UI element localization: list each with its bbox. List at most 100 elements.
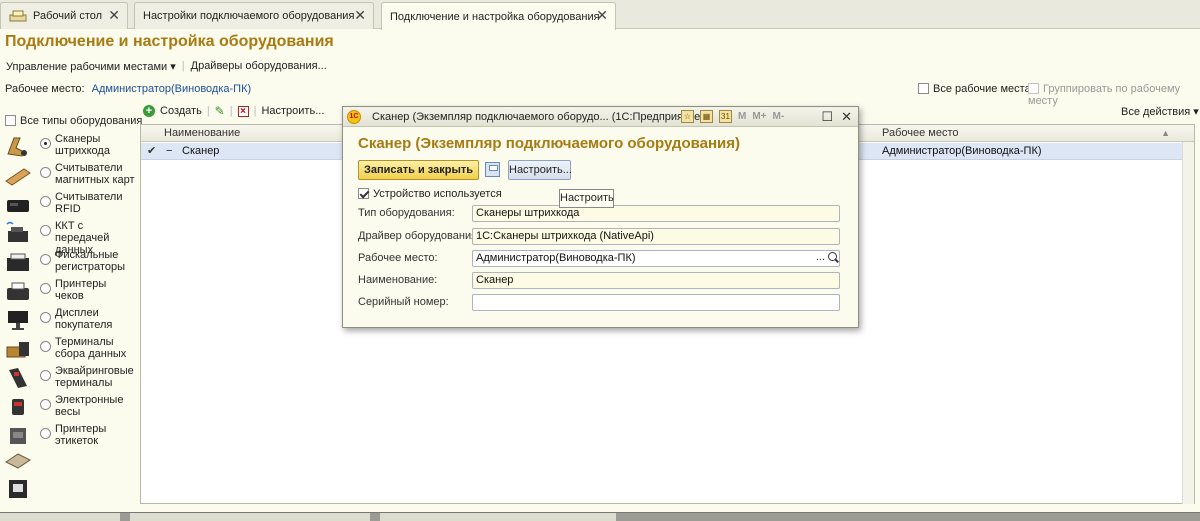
radio-button[interactable] bbox=[40, 225, 51, 236]
vertical-scrollbar[interactable] bbox=[1182, 142, 1194, 504]
equipment-type-label: Эквайринговые терминалы bbox=[55, 365, 134, 389]
close-icon[interactable]: ✕ bbox=[354, 8, 366, 22]
cash-register-icon bbox=[6, 221, 28, 242]
checkbox[interactable] bbox=[5, 115, 16, 126]
memory-minus-button[interactable]: M- bbox=[773, 111, 785, 122]
create-button[interactable]: Создать bbox=[160, 105, 202, 117]
drivers-button[interactable]: Драйверы оборудования... bbox=[191, 60, 327, 73]
panel-segment bbox=[0, 513, 120, 521]
equipment-type-item[interactable]: Эквайринговые терминалы bbox=[0, 364, 136, 393]
radio-button[interactable] bbox=[40, 312, 51, 323]
equipment-type-label: Электронные весы bbox=[55, 394, 124, 418]
tab-equipment-connection[interactable]: Подключение и настройка оборудования ✕ bbox=[381, 2, 616, 30]
radio-button[interactable] bbox=[40, 428, 51, 439]
column-header-name[interactable]: Наименование bbox=[164, 127, 240, 139]
workplace-link[interactable]: Администратор(Виноводка-ПК) bbox=[92, 83, 252, 95]
table-cell-name: Сканер bbox=[182, 145, 220, 157]
equipment-type-label: Считыватели магнитных карт bbox=[55, 162, 135, 186]
calendar-icon[interactable]: 31 bbox=[719, 110, 732, 123]
driver-field-row: Драйвер оборудования: 1С:Сканеры штрихко… bbox=[358, 228, 842, 245]
manage-workplaces-menu[interactable]: Управление рабочими местами ▾ bbox=[6, 60, 176, 73]
field-label: Наименование: bbox=[358, 274, 438, 286]
calculator-icon[interactable]: ▦ bbox=[700, 110, 713, 123]
tab-equipment-settings[interactable]: Настройки подключаемого оборудования ✕ bbox=[134, 2, 374, 29]
desktop-icon bbox=[9, 9, 27, 23]
close-icon[interactable]: ✕ bbox=[108, 8, 120, 22]
search-icon[interactable] bbox=[828, 252, 837, 261]
device-used-checkbox[interactable]: Устройство используется bbox=[358, 188, 502, 200]
equipment-type-label: Считыватели RFID bbox=[55, 191, 123, 215]
data-terminal-icon bbox=[6, 342, 29, 358]
configure-button[interactable]: Настроить... bbox=[261, 105, 324, 117]
memory-plus-button[interactable]: M+ bbox=[752, 111, 766, 122]
scale-icon bbox=[12, 399, 24, 415]
favorite-icon[interactable]: ☆ bbox=[681, 110, 694, 123]
equipment-type-item[interactable]: Фискальные регистраторы bbox=[0, 248, 136, 277]
equipment-type-item[interactable]: Принтеры этикеток bbox=[0, 422, 136, 451]
command-bar: Управление рабочими местами ▾ | Драйверы… bbox=[6, 60, 327, 73]
equipment-type-item[interactable]: Принтеры чеков bbox=[0, 277, 136, 306]
equipment-type-item[interactable]: ККТ с передачей данных bbox=[0, 219, 136, 256]
equipment-type-field[interactable]: Сканеры штрихкода bbox=[472, 205, 840, 222]
name-field[interactable]: Сканер bbox=[472, 272, 840, 289]
serial-number-field[interactable] bbox=[472, 294, 840, 311]
all-workplaces-checkbox[interactable]: Все рабочие места bbox=[918, 83, 1031, 95]
radio-button[interactable] bbox=[40, 370, 51, 381]
close-icon[interactable]: ✕ bbox=[841, 109, 852, 125]
close-icon[interactable]: ✕ bbox=[596, 8, 608, 22]
equipment-type-label: Принтеры чеков bbox=[55, 278, 107, 302]
all-types-checkbox[interactable]: Все типы оборудования bbox=[5, 115, 142, 127]
equipment-type-item[interactable]: Дисплеи покупателя bbox=[0, 306, 136, 335]
workplace-field[interactable]: Администратор(Виноводка-ПК) ... bbox=[472, 250, 840, 267]
checkbox-label: Все рабочие места bbox=[933, 83, 1031, 95]
equipment-type-list: Сканеры штрихкода Считыватели магнитных … bbox=[0, 132, 136, 451]
radio-button[interactable] bbox=[40, 196, 51, 207]
equipment-type-item[interactable]: Терминалы сбора данных bbox=[0, 335, 136, 364]
equipment-type-item[interactable]: Считыватели магнитных карт bbox=[0, 161, 136, 190]
create-icon[interactable]: + bbox=[143, 105, 155, 117]
checkbox[interactable] bbox=[1028, 83, 1039, 94]
name-field-row: Наименование: Сканер bbox=[358, 272, 842, 289]
save-and-close-button[interactable]: Записать и закрыть bbox=[358, 160, 479, 180]
delete-icon[interactable]: × bbox=[237, 105, 249, 117]
equipment-type-label: Терминалы сбора данных bbox=[55, 336, 127, 360]
dialog-titlebar-tools: ☆ ▦ 31 M M+ M- bbox=[681, 110, 784, 123]
receipt-printer-icon bbox=[7, 282, 29, 300]
edit-icon[interactable]: ✎ bbox=[215, 104, 225, 118]
restore-icon[interactable]: ☐ bbox=[821, 109, 833, 125]
group-by-workplace-checkbox[interactable]: Группировать по рабочему месту bbox=[1028, 83, 1200, 107]
dialog-titlebar[interactable]: 1С Сканер (Экземпляр подключаемого обору… bbox=[343, 107, 858, 127]
radio-button[interactable] bbox=[40, 254, 51, 265]
all-actions-menu[interactable]: Все действия ▾ bbox=[1121, 105, 1199, 118]
collapse-icon[interactable]: − bbox=[166, 145, 172, 157]
separator: | bbox=[229, 105, 233, 117]
sort-icon[interactable]: ▲ bbox=[1161, 128, 1170, 138]
equipment-type-item[interactable]: Сканеры штрихкода bbox=[0, 132, 136, 161]
equipment-type-label: Дисплеи покупателя bbox=[55, 307, 113, 331]
select-button[interactable]: ... bbox=[816, 251, 825, 265]
configure-button[interactable]: Настроить... bbox=[508, 160, 572, 180]
window-buttons: ☐ ✕ bbox=[821, 109, 852, 125]
column-header-workplace[interactable]: Рабочее место bbox=[882, 127, 959, 139]
scale-platform-icon bbox=[5, 453, 31, 469]
driver-field[interactable]: 1С:Сканеры штрихкода (NativeApi) bbox=[472, 228, 840, 245]
scanner-dialog: 1С Сканер (Экземпляр подключаемого обору… bbox=[342, 106, 859, 328]
checkbox-label: Группировать по рабочему месту bbox=[1028, 83, 1181, 107]
equipment-type-item[interactable]: Считыватели RFID bbox=[0, 190, 136, 219]
current-row-check-icon: ✔ bbox=[147, 145, 157, 157]
memory-m-button[interactable]: M bbox=[738, 111, 746, 122]
radio-button[interactable] bbox=[40, 399, 51, 410]
save-icon[interactable] bbox=[485, 162, 500, 177]
checkbox[interactable] bbox=[358, 188, 369, 199]
radio-button[interactable] bbox=[40, 167, 51, 178]
tab-desktop[interactable]: Рабочий стол ✕ bbox=[0, 2, 128, 29]
equipment-type-item[interactable]: Электронные весы bbox=[0, 393, 136, 422]
radio-button[interactable] bbox=[40, 138, 51, 149]
checkbox[interactable] bbox=[918, 83, 929, 94]
separator: | bbox=[253, 105, 257, 117]
table-toolbar: + Создать | ✎ | × | Настроить... bbox=[143, 103, 324, 119]
tab-bar: Рабочий стол ✕ Настройки подключаемого о… bbox=[0, 0, 1200, 30]
checkbox-label: Устройство используется bbox=[373, 188, 502, 200]
radio-button[interactable] bbox=[40, 341, 51, 352]
radio-button[interactable] bbox=[40, 283, 51, 294]
